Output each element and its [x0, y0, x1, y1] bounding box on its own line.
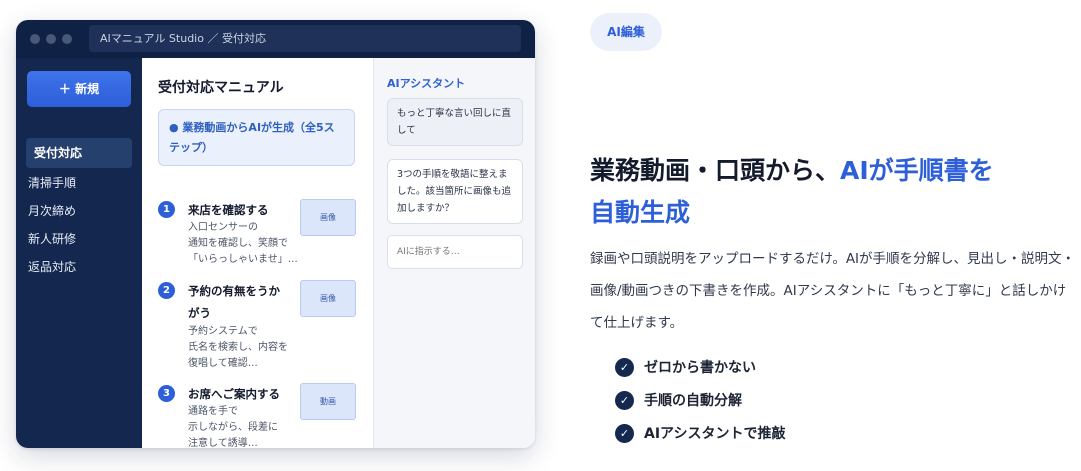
- sidebar-item-returns[interactable]: 返品対応: [26, 252, 132, 282]
- step-description-line: 注意して誘導…: [188, 438, 258, 448]
- check-icon: ✓: [615, 390, 634, 410]
- step-number: 1: [158, 201, 175, 218]
- window-titlebar: AIマニュアル Studio ／ 受付対応: [16, 20, 535, 58]
- step-description-line: 復唱して確認…: [188, 358, 258, 369]
- sidebar-item-training[interactable]: 新人研修: [26, 224, 132, 254]
- step-description-line: 予約システムで: [188, 326, 258, 337]
- ai-assistant-panel: AIアシスタント もっと丁寧な言い回しに直して 3つの手順を敬語に整えました。該…: [373, 58, 535, 448]
- window-minimize-dot-icon[interactable]: [46, 34, 56, 44]
- step-number: 2: [158, 282, 175, 299]
- address-bar: AIマニュアル Studio ／ 受付対応: [89, 25, 521, 52]
- feature-label: 手順の自動分解: [644, 393, 742, 409]
- assistant-message-bubble: 3つの手順を敬語に整えました。該当箇所に画像も追加しますか？: [387, 159, 523, 224]
- step-description-line: 通路を手で: [188, 406, 238, 417]
- user-message-bubble: もっと丁寧な言い回しに直して: [387, 98, 523, 146]
- step-video-thumbnail[interactable]: 動画: [300, 383, 356, 420]
- step-description-line: 示しながら、段差に: [188, 422, 278, 433]
- headline-part: 業務動画・口頭から、: [590, 156, 841, 185]
- step-description-line: 「いらっしゃいませ」…: [188, 254, 298, 265]
- manual-document: 受付対応マニュアル ● 業務動画からAIが生成（全5ステップ） 1 来店を確認す…: [142, 58, 373, 448]
- feature-label: AIアシスタントで推敲: [644, 426, 786, 442]
- step-number: 3: [158, 385, 175, 402]
- feature-item: ✓ AIアシスタントで推敲: [615, 422, 785, 444]
- sidebar-item-cleaning[interactable]: 清掃手順: [26, 168, 132, 198]
- headline-accent: 自動生成: [590, 198, 691, 227]
- window-close-dot-icon[interactable]: [30, 34, 40, 44]
- assistant-input[interactable]: [387, 235, 523, 269]
- feature-item: ✓ ゼロから書かない: [615, 356, 756, 378]
- check-icon: ✓: [615, 357, 634, 377]
- feature-item: ✓ 手順の自動分解: [615, 389, 742, 411]
- step-description-line: 入口センサーの: [188, 222, 258, 233]
- step-image-thumbnail[interactable]: 画像: [300, 199, 356, 236]
- sidebar-item-monthly-close[interactable]: 月次締め: [26, 196, 132, 226]
- ai-edit-tag: AI編集: [590, 13, 662, 51]
- feature-label: ゼロから書かない: [644, 360, 756, 376]
- step-image-thumbnail[interactable]: 画像: [300, 280, 356, 317]
- ai-generated-banner: ● 業務動画からAIが生成（全5ステップ）: [158, 109, 355, 166]
- description-text: 録画や口頭説明をアップロードするだけ。AIが手順を分解し、見出し・説明文・画像/…: [590, 251, 1076, 331]
- new-button[interactable]: ＋ 新規: [27, 71, 131, 107]
- headline: 業務動画・口頭から、AIが手順書を 自動生成: [590, 150, 1070, 234]
- check-icon: ✓: [615, 423, 634, 443]
- document-title: 受付対応マニュアル: [158, 80, 284, 96]
- step-description-line: 通知を確認し、笑顔で: [188, 238, 288, 249]
- headline-accent: AIが手順書を: [840, 156, 994, 185]
- app-window-mock: AIマニュアル Studio ／ 受付対応 ＋ 新規 受付対応 清掃手順 月次締…: [16, 20, 535, 448]
- assistant-title: AIアシスタント: [387, 77, 466, 90]
- window-maximize-dot-icon[interactable]: [62, 34, 72, 44]
- step-title: お席へご案内する: [188, 387, 280, 401]
- sidebar: ＋ 新規 受付対応 清掃手順 月次締め 新人研修 返品対応: [16, 58, 142, 448]
- step-description-line: 氏名を検索し、内容を: [188, 342, 288, 353]
- step-title: 来店を確認する: [188, 203, 269, 217]
- sidebar-item-reception[interactable]: 受付対応: [26, 138, 132, 168]
- step-title: 予約の有無をうかがう: [188, 284, 280, 320]
